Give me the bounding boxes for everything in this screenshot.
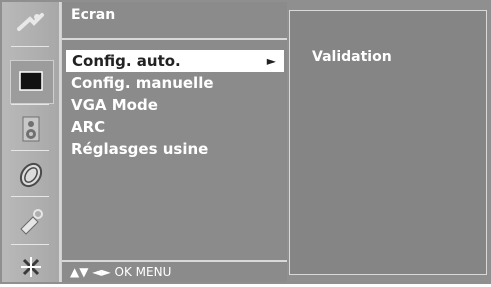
submenu-item-validation[interactable]: Validation	[312, 49, 392, 65]
icon-divider	[11, 244, 49, 245]
menu-item-config-manuelle[interactable]: Config. manuelle	[71, 72, 214, 94]
menu-item-reglages-usine[interactable]: Réglasges usine	[71, 138, 208, 160]
menu-icon-column	[2, 2, 61, 282]
tv-osd: Ecran Config. auto. ► Config. manuelle V…	[0, 0, 491, 284]
menu-title: Ecran	[71, 7, 116, 23]
submenu-arrow-icon: ►	[266, 54, 276, 68]
navigation-hint: ▲▼ ◄► OK MENU	[70, 265, 172, 279]
picture-icon[interactable]	[2, 2, 59, 43]
tag-icon[interactable]	[2, 200, 59, 241]
icon-divider	[11, 46, 49, 47]
icon-divider	[11, 150, 49, 151]
menu-item-config-auto[interactable]: Config. auto. ►	[66, 50, 284, 72]
menu-item-label: Config. auto.	[72, 52, 181, 70]
menu-item-arc[interactable]: ARC	[71, 116, 105, 138]
screen-menu-panel: Ecran Config. auto. ► Config. manuelle V…	[61, 2, 287, 282]
menu-item-vga-mode[interactable]: VGA Mode	[71, 94, 158, 116]
icon-divider	[11, 196, 49, 197]
screen-icon[interactable]	[2, 60, 59, 101]
submenu-panel: Validation	[289, 10, 487, 275]
footer-divider	[62, 260, 287, 262]
speaker-icon[interactable]	[2, 108, 59, 149]
title-divider	[62, 38, 287, 40]
special-icon[interactable]	[2, 246, 59, 287]
clock-icon[interactable]	[2, 154, 59, 195]
icon-divider	[11, 104, 49, 105]
